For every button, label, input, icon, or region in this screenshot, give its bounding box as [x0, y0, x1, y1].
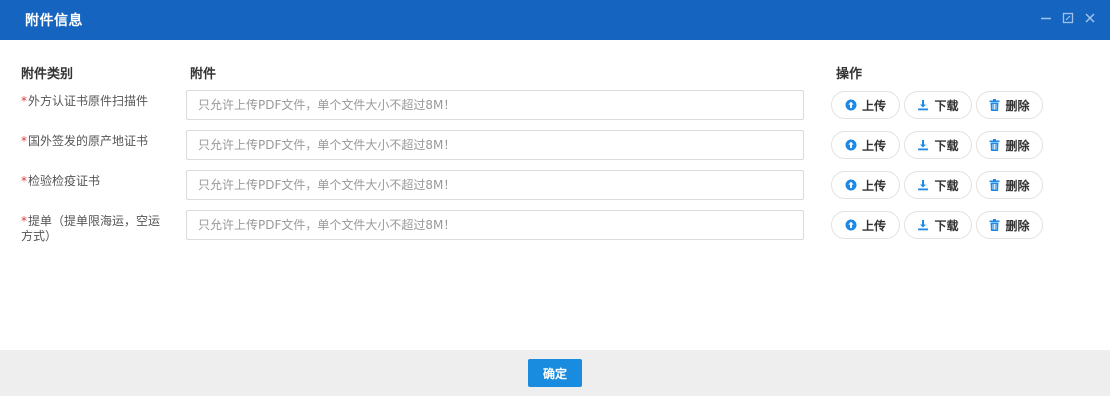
required-mark: *	[21, 214, 27, 228]
category-label: 国外签发的原产地证书	[28, 134, 149, 148]
upload-button[interactable]: 上传	[831, 131, 900, 159]
table-row: *外方认证书原件扫描件 上传 下载 删除	[0, 88, 1110, 128]
download-icon	[917, 219, 929, 231]
delete-label: 删除	[1005, 178, 1030, 193]
attachment-input[interactable]	[186, 170, 804, 200]
download-icon	[917, 99, 929, 111]
delete-label: 删除	[1005, 218, 1030, 233]
row-actions: 上传 下载 删除	[831, 91, 1043, 119]
download-label: 下载	[934, 178, 959, 193]
upload-button[interactable]: 上传	[831, 211, 900, 239]
table-row: *检验检疫证书 上传 下载 删除	[0, 168, 1110, 208]
upload-label: 上传	[861, 138, 886, 153]
header-operation: 操作	[836, 67, 863, 82]
trash-icon	[989, 99, 1000, 111]
row-actions: 上传 下载 删除	[831, 211, 1043, 239]
attachment-input[interactable]	[186, 90, 804, 120]
category-label: 检验检疫证书	[28, 174, 101, 188]
upload-label: 上传	[861, 98, 886, 113]
required-mark: *	[21, 174, 27, 188]
confirm-button[interactable]: 确定	[528, 359, 582, 387]
row-actions: 上传 下载 删除	[831, 131, 1043, 159]
delete-button[interactable]: 删除	[976, 171, 1043, 199]
download-button[interactable]: 下载	[904, 171, 972, 199]
table-header: 附件类别 附件 操作	[0, 52, 1110, 88]
required-mark: *	[21, 134, 27, 148]
upload-icon	[845, 179, 857, 191]
attachment-input[interactable]	[186, 210, 804, 240]
required-mark: *	[21, 94, 27, 108]
attachment-input[interactable]	[186, 130, 804, 160]
delete-label: 删除	[1005, 138, 1030, 153]
dialog-footer: 确定	[0, 350, 1110, 396]
download-button[interactable]: 下载	[904, 91, 972, 119]
delete-button[interactable]: 删除	[976, 131, 1043, 159]
dialog-title: 附件信息	[25, 13, 83, 29]
header-category: 附件类别	[21, 67, 74, 82]
minimize-icon[interactable]	[1038, 10, 1054, 26]
upload-button[interactable]: 上传	[831, 171, 900, 199]
attachment-category: *国外签发的原产地证书	[21, 134, 171, 149]
attachment-category: *检验检疫证书	[21, 174, 171, 189]
dialog-titlebar: 附件信息	[0, 0, 1110, 40]
delete-button[interactable]: 删除	[976, 211, 1043, 239]
category-label: 外方认证书原件扫描件	[28, 94, 149, 108]
attachment-category: *外方认证书原件扫描件	[21, 94, 171, 109]
category-label: 提单（提单限海运，空运方式）	[21, 214, 161, 243]
download-label: 下载	[934, 98, 959, 113]
download-button[interactable]: 下载	[904, 211, 972, 239]
download-button[interactable]: 下载	[904, 131, 972, 159]
maximize-icon[interactable]	[1060, 10, 1076, 26]
upload-icon	[845, 99, 857, 111]
attachment-category: *提单（提单限海运，空运方式）	[21, 214, 171, 244]
trash-icon	[989, 179, 1000, 191]
trash-icon	[989, 219, 1000, 231]
upload-label: 上传	[861, 178, 886, 193]
attachment-dialog: 附件信息 附件类别 附件 操作 *外方认证书原件扫描件 只允许上传PDF文件，单…	[0, 0, 1110, 396]
upload-icon	[845, 219, 857, 231]
upload-icon	[845, 139, 857, 151]
upload-button[interactable]: 上传	[831, 91, 900, 119]
download-icon	[917, 179, 929, 191]
upload-label: 上传	[861, 218, 886, 233]
delete-button[interactable]: 删除	[976, 91, 1043, 119]
download-label: 下载	[934, 218, 959, 233]
window-controls	[1038, 10, 1098, 26]
trash-icon	[989, 139, 1000, 151]
attachment-table: 附件类别 附件 操作 *外方认证书原件扫描件 上传 下载	[0, 52, 1110, 248]
download-icon	[917, 139, 929, 151]
row-actions: 上传 下载 删除	[831, 171, 1043, 199]
table-row: *提单（提单限海运，空运方式） 上传 下载 删除	[0, 208, 1110, 248]
download-label: 下载	[934, 138, 959, 153]
header-attachment: 附件	[190, 67, 217, 82]
close-icon[interactable]	[1082, 10, 1098, 26]
delete-label: 删除	[1005, 98, 1030, 113]
table-row: *国外签发的原产地证书 上传 下载 删除	[0, 128, 1110, 168]
